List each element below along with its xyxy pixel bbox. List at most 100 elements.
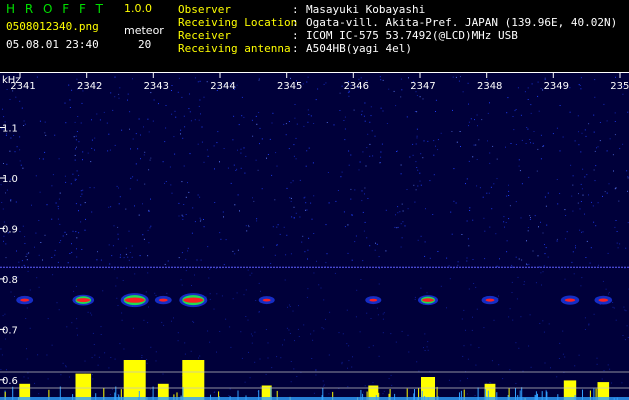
noise-dot: [625, 310, 627, 312]
noise-dot: [265, 373, 267, 375]
noise-dot: [362, 391, 364, 393]
noise-dot: [462, 355, 464, 357]
noise-dot: [57, 218, 59, 220]
noise-dot: [245, 225, 247, 227]
noise-dot: [450, 211, 452, 213]
noise-dot: [400, 96, 402, 98]
noise-dot: [245, 155, 247, 157]
noise-dot: [499, 258, 500, 260]
noise-dot: [437, 149, 439, 151]
noise-dot: [149, 388, 151, 390]
noise-dot: [530, 217, 531, 219]
noise-dot: [460, 76, 461, 78]
noise-dot: [518, 347, 520, 349]
noise-dot: [78, 210, 79, 212]
noise-dot: [340, 176, 342, 178]
noise-dot: [304, 251, 306, 253]
noise-dot: [219, 161, 220, 163]
noise-dot: [258, 78, 260, 80]
noise-dot: [261, 188, 263, 190]
noise-dot: [503, 221, 505, 223]
noise-dot: [380, 156, 382, 158]
noise-dot: [96, 259, 98, 261]
noise-dot: [364, 385, 366, 387]
noise-dot: [399, 211, 401, 213]
noise-dot: [602, 280, 604, 282]
noise-dot: [584, 213, 585, 215]
noise-dot: [191, 232, 193, 234]
noise-dot: [466, 257, 468, 259]
noise-dot: [370, 106, 372, 108]
noise-dot: [523, 281, 525, 283]
noise-dot: [537, 148, 539, 150]
noise-dot: [73, 290, 75, 292]
noise-dot: [216, 142, 218, 144]
noise-dot: [586, 174, 588, 176]
noise-dot: [495, 233, 497, 235]
noise-dot: [123, 348, 125, 350]
noise-dot: [518, 159, 520, 161]
noise-dot: [127, 256, 129, 258]
noise-dot: [391, 384, 393, 386]
noise-dot: [2, 208, 4, 210]
noise-dot: [87, 152, 89, 154]
noise-dot: [346, 309, 348, 311]
noise-dot: [559, 268, 561, 270]
noise-dot: [171, 113, 173, 115]
noise-dot: [155, 360, 157, 362]
noise-dot: [323, 83, 325, 85]
noise-dot: [614, 112, 616, 114]
noise-dot: [122, 280, 124, 281]
noise-dot: [246, 230, 248, 232]
noise-dot: [504, 226, 505, 228]
noise-dot: [546, 224, 548, 226]
noise-dot: [578, 144, 580, 146]
noise-dot: [178, 215, 180, 217]
noise-dot: [267, 154, 269, 155]
time-tick-label: 2350: [610, 81, 629, 92]
noise-dot: [479, 187, 481, 189]
noise-dot: [194, 221, 196, 223]
noise-dot: [376, 243, 378, 245]
noise-dot: [59, 242, 61, 243]
noise-dot: [69, 107, 71, 108]
noise-dot: [247, 269, 249, 271]
meteor-count: 20: [138, 38, 152, 51]
level-bar: [182, 360, 205, 400]
noise-dot: [539, 323, 541, 324]
noise-dot: [296, 123, 298, 125]
noise-dot: [544, 362, 546, 364]
noise-dot: [388, 378, 390, 380]
noise-dot: [178, 257, 180, 259]
noise-dot: [569, 111, 571, 113]
noise-dot: [538, 266, 540, 268]
time-tick-label: 2349: [544, 81, 569, 92]
noise-dot: [426, 346, 428, 348]
noise-dot: [618, 200, 620, 202]
noise-dot: [116, 277, 118, 279]
noise-dot: [468, 245, 470, 247]
noise-dot: [243, 147, 245, 149]
noise-dot: [158, 103, 159, 105]
noise-dot: [64, 231, 66, 233]
noise-dot: [476, 308, 478, 310]
noise-dot: [243, 116, 245, 118]
noise-dot: [108, 244, 110, 246]
noise-dot: [240, 152, 242, 154]
noise-dot: [382, 393, 384, 395]
noise-dot: [180, 129, 182, 131]
noise-dot: [530, 112, 532, 114]
noise-dot: [526, 127, 528, 128]
noise-dot: [52, 274, 54, 276]
noise-dot: [232, 250, 234, 252]
noise-dot: [3, 235, 5, 237]
noise-dot: [400, 223, 402, 225]
noise-dot: [10, 291, 12, 293]
noise-dot: [371, 130, 373, 132]
noise-dot: [114, 358, 116, 360]
noise-dot: [121, 312, 123, 314]
noise-dot: [491, 360, 493, 362]
noise-dot: [3, 240, 4, 242]
noise-dot: [360, 77, 362, 79]
noise-dot: [78, 141, 80, 143]
